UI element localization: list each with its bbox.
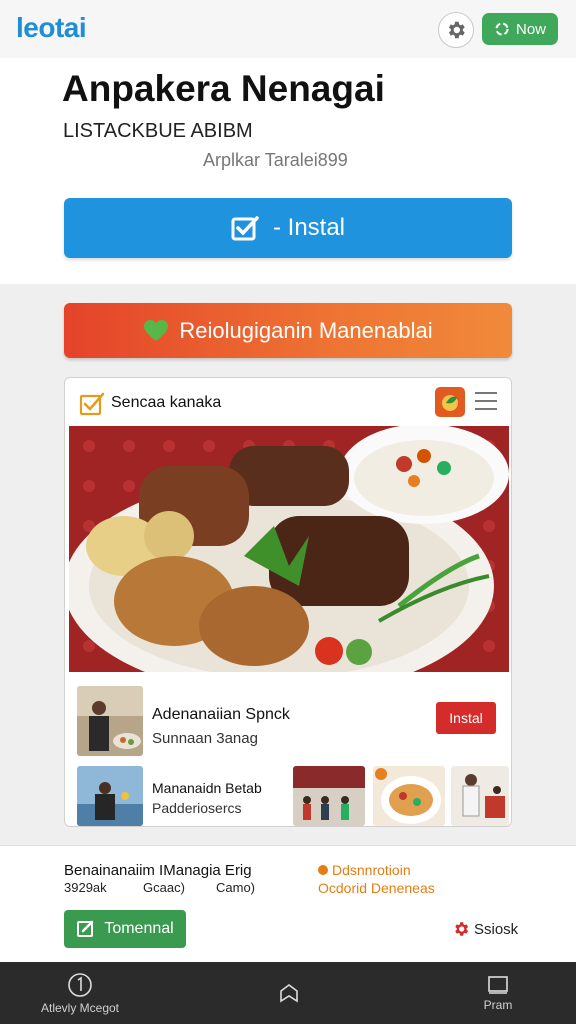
top-bar: leotai Now <box>0 0 576 58</box>
developer-link[interactable]: Ocdorid Deneneas <box>318 880 435 896</box>
gear-icon <box>448 21 465 39</box>
thumbnail-image[interactable] <box>451 766 509 826</box>
checkbox-icon <box>231 216 259 241</box>
row-title: Mananaidn Betab <box>152 780 262 796</box>
square-icon <box>488 975 508 994</box>
app-logo[interactable]: leotai <box>16 12 87 44</box>
description-label: Ddsnnrotioin <box>332 862 411 878</box>
app-title: Anpakera Nenagai <box>62 68 385 109</box>
nav-label: Pram <box>483 997 513 1012</box>
stat-value: Gcaac) <box>143 880 185 895</box>
thumbnail-image <box>77 766 143 826</box>
promo-label: Reiolugiganin Manenablai <box>179 317 433 343</box>
ssiek-link[interactable]: Ssiosk <box>452 920 518 938</box>
promo-button[interactable]: Reiolugiganin Manenablai <box>64 303 512 358</box>
content-card: Sencaa kanaka Adenanaiian Spnck Sunnaan … <box>64 377 512 827</box>
dot-icon <box>318 865 328 875</box>
details-title: Benainanaiim IManagia Erig <box>64 862 252 879</box>
bottom-nav: Atlevly Mcegot Pram <box>0 962 576 1024</box>
install-button[interactable]: - Instal <box>64 198 512 258</box>
app-author[interactable]: Arplkar Taralei899 <box>203 150 348 171</box>
app-icon[interactable] <box>435 387 465 417</box>
leaf-icon <box>442 395 458 411</box>
food-image <box>69 426 509 672</box>
thumbnail-image[interactable] <box>293 766 365 826</box>
settings-button[interactable] <box>438 12 474 48</box>
nav-item-pram[interactable]: Pram <box>468 962 528 1024</box>
row-subtitle: Padderiosercs <box>152 800 242 816</box>
tomennal-button[interactable]: Tomennal <box>64 910 186 948</box>
now-label: Now <box>515 20 546 38</box>
circle-one-icon <box>68 972 92 997</box>
list-item[interactable]: Mananaidn Betab Padderiosercs <box>65 764 511 826</box>
checkbox-icon <box>79 392 105 416</box>
tomennal-label: Tomennal <box>104 920 174 937</box>
list-item[interactable]: Adenanaiian Spnck Sunnaan 3anag Instal <box>65 684 511 760</box>
nav-item-home[interactable] <box>265 962 313 1024</box>
menu-icon[interactable] <box>475 392 497 410</box>
row-title: Adenanaiian Spnck <box>152 706 290 723</box>
thumbnail-image[interactable] <box>373 766 445 826</box>
stat-value: Camo) <box>216 880 256 895</box>
nav-label: Atlevly Mcegot <box>40 1000 120 1015</box>
stat-value: 3929ak <box>64 880 107 895</box>
card-title: Sencaa kanaka <box>111 394 222 411</box>
now-button[interactable]: Now <box>482 13 558 45</box>
details-panel: Benainanaiim IManagia Erig 3929ak Gcaac)… <box>0 845 576 962</box>
app-subtitle: LISTACKBUE ABIBM <box>63 120 253 142</box>
description-link[interactable]: Ddsnnrotioin <box>318 862 411 878</box>
home-icon <box>280 984 298 1003</box>
row-subtitle: Sunnaan 3anag <box>152 730 258 747</box>
ssiek-label: Ssiosk <box>474 920 519 938</box>
install-label: - Instal <box>272 214 346 241</box>
thumbnail-image <box>77 686 143 756</box>
heart-icon <box>144 319 169 341</box>
app-hero: Anpakera Nenagai LISTACKBUE ABIBM Arplka… <box>0 58 576 284</box>
row-install-button[interactable]: Instal <box>436 702 496 734</box>
edit-icon <box>77 920 94 937</box>
gear-icon <box>455 922 469 936</box>
card-header: Sencaa kanaka <box>65 378 511 426</box>
nav-item-activity[interactable]: Atlevly Mcegot <box>30 962 130 1024</box>
refresh-icon <box>495 22 509 36</box>
